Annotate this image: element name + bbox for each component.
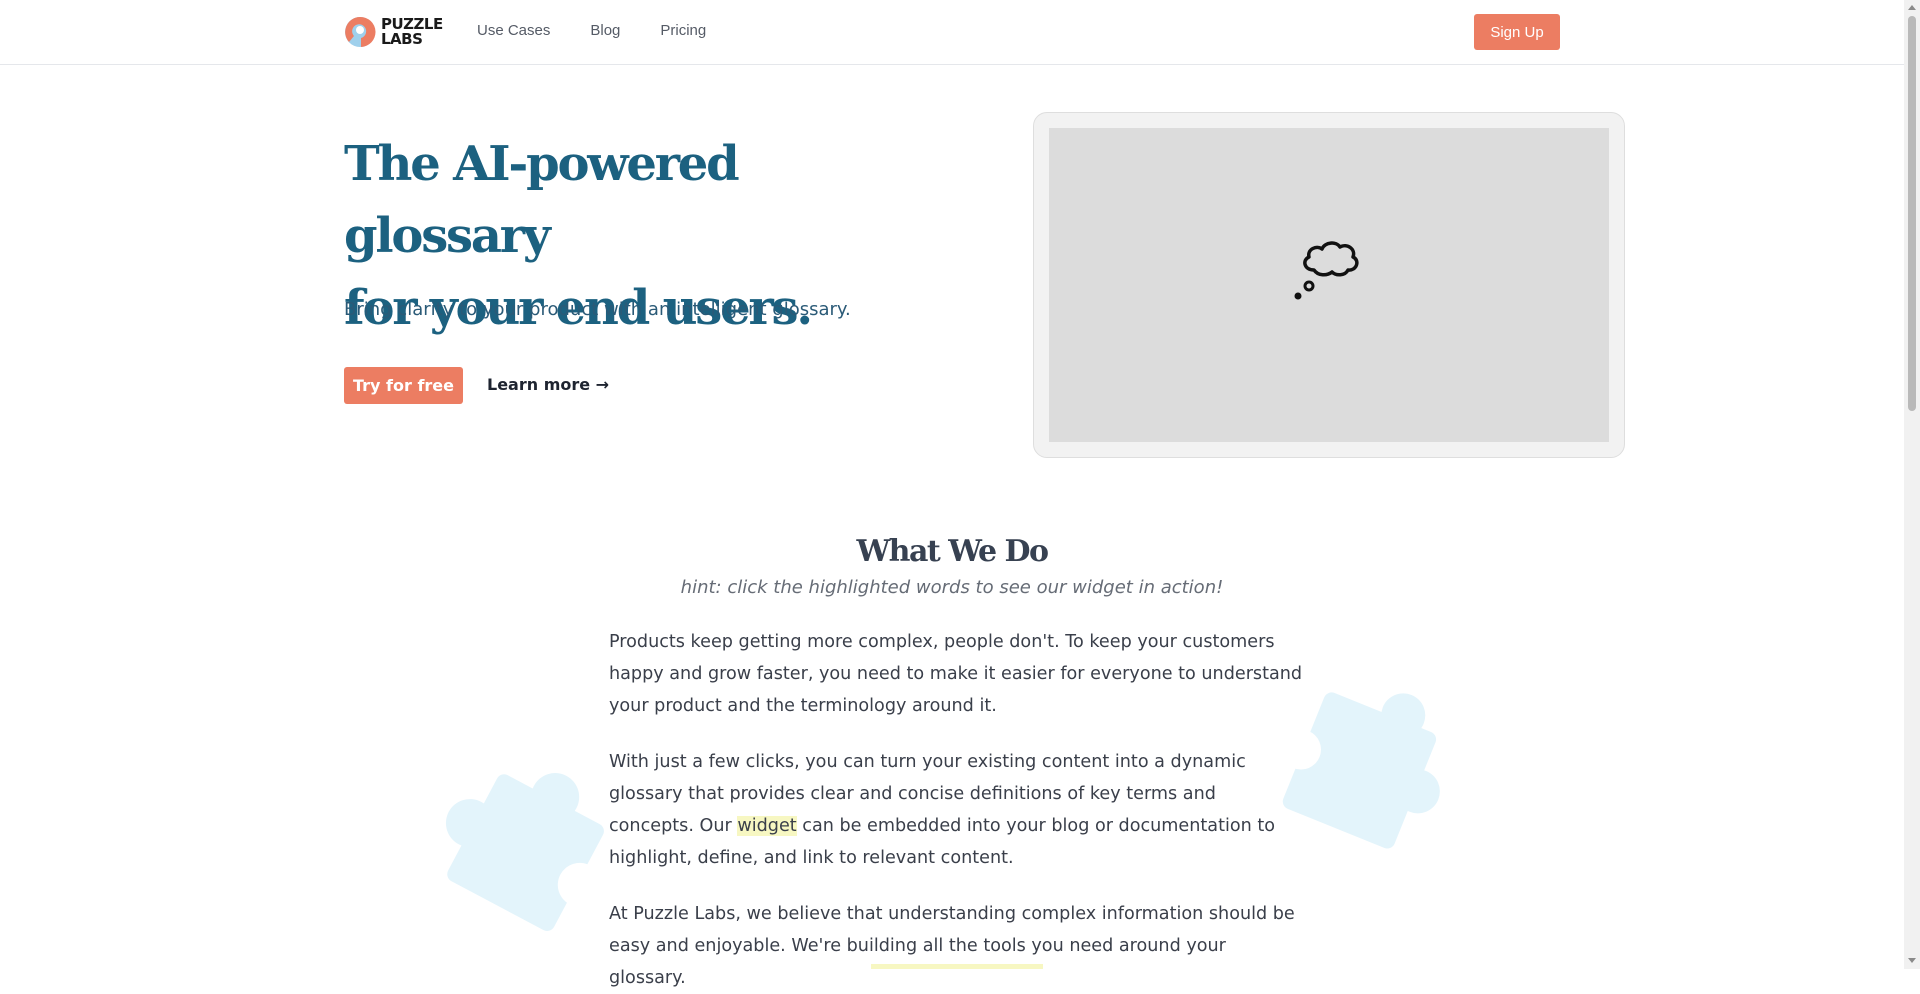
brand-name: PUZZLE LABS (381, 17, 443, 47)
hero-title-line1: The AI-powered glossary (344, 136, 740, 264)
page-scrollbar[interactable] (1904, 0, 1920, 969)
sign-up-button[interactable]: Sign Up (1474, 14, 1560, 50)
hero-subtitle: Bring clarity to your product with an in… (344, 299, 851, 320)
brand-name-line2: LABS (381, 30, 423, 48)
highlighted-term-partial[interactable] (871, 964, 1043, 969)
nav-link-use-cases[interactable]: Use Cases (477, 22, 550, 39)
learn-more-link[interactable]: Learn more → (487, 375, 609, 394)
intro-paragraph-2: With just a few clicks, you can turn you… (609, 746, 1304, 874)
glossary-term-widget[interactable]: widget (737, 816, 797, 836)
puzzle-labs-logo-icon (345, 16, 376, 47)
scroll-down-arrow-icon[interactable] (1908, 958, 1916, 963)
nav-link-blog[interactable]: Blog (590, 22, 620, 39)
thought-bubble-icon (1294, 241, 1359, 300)
scroll-up-arrow-icon[interactable] (1908, 5, 1916, 10)
intro-paragraph-3: At Puzzle Labs, we believe that understa… (609, 904, 1295, 988)
what-we-do-title: What We Do (856, 534, 1049, 569)
main-nav: Use Cases Blog Pricing (477, 22, 706, 39)
intro-paragraph-1: Products keep getting more complex, peop… (609, 632, 1303, 716)
try-for-free-button[interactable]: Try for free (344, 367, 463, 404)
scrollbar-thumb[interactable] (1908, 16, 1916, 411)
top-navigation-bar: PUZZLE LABS Use Cases Blog Pricing Sign … (0, 0, 1904, 65)
nav-link-pricing[interactable]: Pricing (660, 22, 706, 39)
widget-hint: hint: click the highlighted words to see… (680, 577, 1224, 598)
brand-logo[interactable]: PUZZLE LABS (344, 14, 443, 50)
